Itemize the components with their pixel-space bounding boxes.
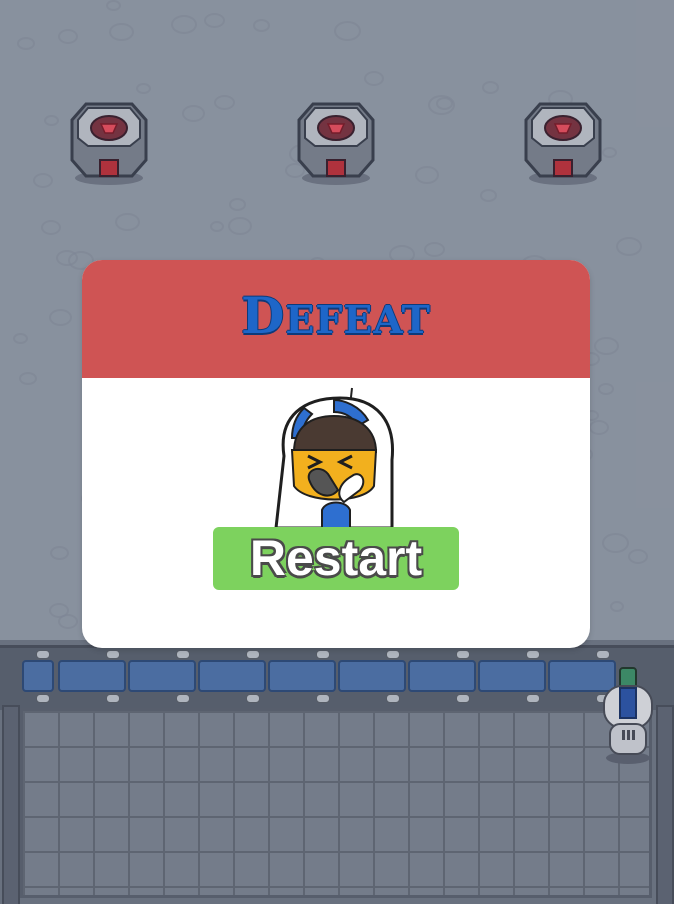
restart-button-label: Restart [249,530,423,586]
defeat-dialog: DEFEAT Restart [82,260,590,648]
game-stage: DEFEAT Restart [0,0,674,904]
defeat-title: DEFEAT [82,286,590,345]
defeat-title-initial: D [241,286,286,345]
restart-button[interactable]: Restart [213,527,459,590]
dialog-header: DEFEAT [82,260,590,378]
crying-hero-icon [264,386,404,530]
defeat-title-rest: EFEAT [285,297,431,342]
